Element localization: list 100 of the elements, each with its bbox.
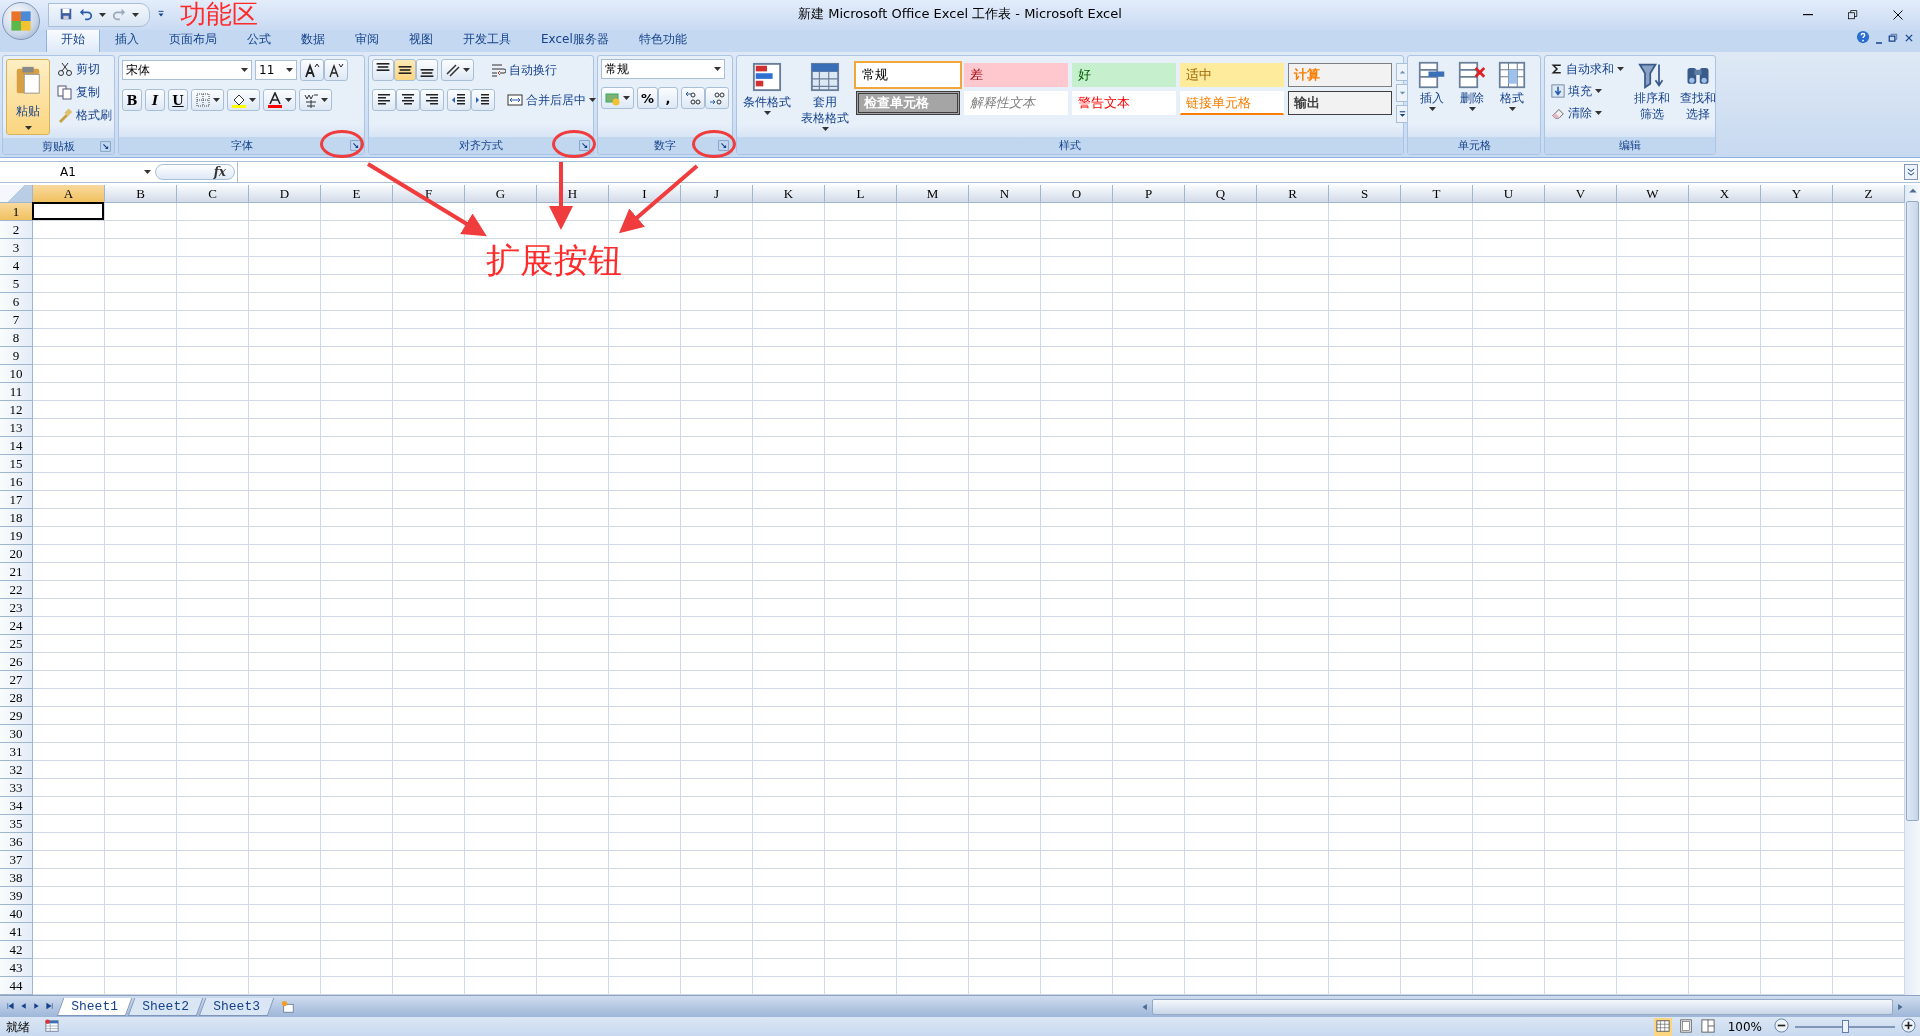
column-header[interactable]: N xyxy=(969,185,1041,203)
find-select-button[interactable]: 查找和 选择 xyxy=(1677,59,1719,134)
ribbon-tab[interactable]: 页面布局 xyxy=(154,27,232,52)
orientation-button[interactable] xyxy=(441,59,474,81)
ribbon-tab[interactable]: 特色功能 xyxy=(623,27,702,52)
sheet-tab[interactable]: Sheet3 xyxy=(198,997,274,1016)
row-header[interactable]: 29 xyxy=(0,707,33,725)
format-cells-button[interactable]: 格式 xyxy=(1495,59,1529,113)
number-format-dropdown[interactable]: 常规 xyxy=(601,59,725,79)
increase-decimal-button[interactable] xyxy=(681,87,706,109)
column-header[interactable]: Z xyxy=(1833,185,1905,203)
align-top-button[interactable] xyxy=(372,59,394,81)
align-right-button[interactable] xyxy=(420,89,444,111)
ribbon-tab[interactable]: 审阅 xyxy=(340,27,394,52)
zoom-out-button[interactable] xyxy=(1774,1018,1789,1036)
active-cell[interactable] xyxy=(32,202,104,220)
row-header[interactable]: 43 xyxy=(0,959,33,977)
format-as-table-button[interactable]: 套用 表格格式 xyxy=(798,59,852,134)
paste-button[interactable]: 粘贴 xyxy=(6,59,50,135)
cell-style-swatch[interactable]: 好 xyxy=(1072,63,1176,87)
column-header[interactable]: V xyxy=(1545,185,1617,203)
row-header[interactable]: 17 xyxy=(0,491,33,509)
normal-view-button[interactable] xyxy=(1653,1017,1672,1036)
row-header[interactable]: 4 xyxy=(0,257,33,275)
column-header[interactable]: L xyxy=(825,185,897,203)
row-header[interactable]: 38 xyxy=(0,869,33,887)
column-header[interactable]: M xyxy=(897,185,969,203)
row-header[interactable]: 16 xyxy=(0,473,33,491)
row-header[interactable]: 14 xyxy=(0,437,33,455)
fill-color-button[interactable] xyxy=(227,89,260,111)
row-header[interactable]: 18 xyxy=(0,509,33,527)
conditional-format-button[interactable]: 条件格式 xyxy=(740,59,794,134)
column-header[interactable]: S xyxy=(1329,185,1401,203)
page-break-button[interactable] xyxy=(1699,1018,1716,1036)
ribbon-tab[interactable]: 开发工具 xyxy=(448,27,526,52)
row-header[interactable]: 2 xyxy=(0,221,33,239)
phonetic-button[interactable] xyxy=(299,89,332,111)
align-bottom-button[interactable] xyxy=(416,59,438,81)
column-header[interactable]: P xyxy=(1113,185,1185,203)
row-header[interactable]: 6 xyxy=(0,293,33,311)
row-header[interactable]: 39 xyxy=(0,887,33,905)
row-header[interactable]: 20 xyxy=(0,545,33,563)
ribbon-tab[interactable]: 公式 xyxy=(232,27,286,52)
row-header[interactable]: 34 xyxy=(0,797,33,815)
cell-style-swatch[interactable]: 适中 xyxy=(1180,63,1284,87)
ribbon-tab[interactable]: Excel服务器 xyxy=(526,27,624,52)
clear-button[interactable]: 清除 xyxy=(1548,103,1627,123)
ribbon-tab[interactable]: 插入 xyxy=(100,27,154,52)
borders-button[interactable] xyxy=(191,89,224,111)
column-header[interactable]: E xyxy=(321,185,393,203)
sheet-tab[interactable]: Sheet2 xyxy=(127,997,203,1016)
align-center-button[interactable] xyxy=(396,89,420,111)
cut-button[interactable]: 剪切 xyxy=(54,59,115,79)
row-header[interactable]: 41 xyxy=(0,923,33,941)
italic-button[interactable]: I xyxy=(145,89,165,111)
shrink-font-button[interactable] xyxy=(324,59,348,81)
font-name-dropdown[interactable]: 宋体 xyxy=(122,60,252,80)
insert-function-button[interactable]: fx xyxy=(213,165,226,179)
column-header[interactable]: G xyxy=(465,185,537,203)
row-header[interactable]: 27 xyxy=(0,671,33,689)
autosum-button[interactable]: 自动求和 xyxy=(1548,59,1627,79)
decrease-indent-button[interactable] xyxy=(447,89,471,111)
merge-center-button[interactable]: 合并后居中 xyxy=(504,90,599,110)
percent-button[interactable]: % xyxy=(637,87,659,109)
row-header[interactable]: 37 xyxy=(0,851,33,869)
office-button[interactable] xyxy=(2,2,40,40)
row-header[interactable]: 40 xyxy=(0,905,33,923)
decrease-decimal-button[interactable] xyxy=(705,87,730,109)
row-header[interactable]: 23 xyxy=(0,599,33,617)
sheet-tab[interactable]: Sheet1 xyxy=(56,997,133,1016)
align-left-button[interactable] xyxy=(372,89,396,111)
page-layout-button[interactable] xyxy=(1677,1018,1694,1036)
row-header[interactable]: 36 xyxy=(0,833,33,851)
column-header[interactable]: H xyxy=(537,185,609,203)
dialog-launcher-button[interactable] xyxy=(350,140,361,151)
column-header[interactable]: K xyxy=(753,185,825,203)
column-header[interactable]: O xyxy=(1041,185,1113,203)
column-header[interactable]: X xyxy=(1689,185,1761,203)
row-header[interactable]: 35 xyxy=(0,815,33,833)
row-header[interactable]: 1 xyxy=(0,203,33,221)
row-header[interactable]: 44 xyxy=(0,977,33,995)
currency-button[interactable] xyxy=(601,87,634,109)
row-header[interactable]: 15 xyxy=(0,455,33,473)
comma-style-button[interactable]: , xyxy=(658,87,679,109)
cell-style-swatch[interactable]: 警告文本 xyxy=(1072,91,1176,115)
name-box[interactable]: A1 xyxy=(0,163,155,181)
underline-button[interactable]: U xyxy=(168,89,188,111)
scroll-thumb[interactable] xyxy=(1906,201,1919,821)
row-header[interactable]: 26 xyxy=(0,653,33,671)
row-header[interactable]: 30 xyxy=(0,725,33,743)
insert-cells-button[interactable]: 插入 xyxy=(1415,59,1449,113)
cell-style-swatch[interactable]: 解释性文本 xyxy=(964,91,1068,115)
font-size-dropdown[interactable]: 11 xyxy=(255,60,297,80)
row-header[interactable]: 22 xyxy=(0,581,33,599)
font-color-button[interactable] xyxy=(263,89,296,111)
column-header[interactable]: C xyxy=(177,185,249,203)
insert-sheet-button[interactable] xyxy=(280,999,297,1014)
column-header[interactable]: I xyxy=(609,185,681,203)
zoom-slider-thumb[interactable] xyxy=(1842,1020,1849,1033)
column-header[interactable]: R xyxy=(1257,185,1329,203)
